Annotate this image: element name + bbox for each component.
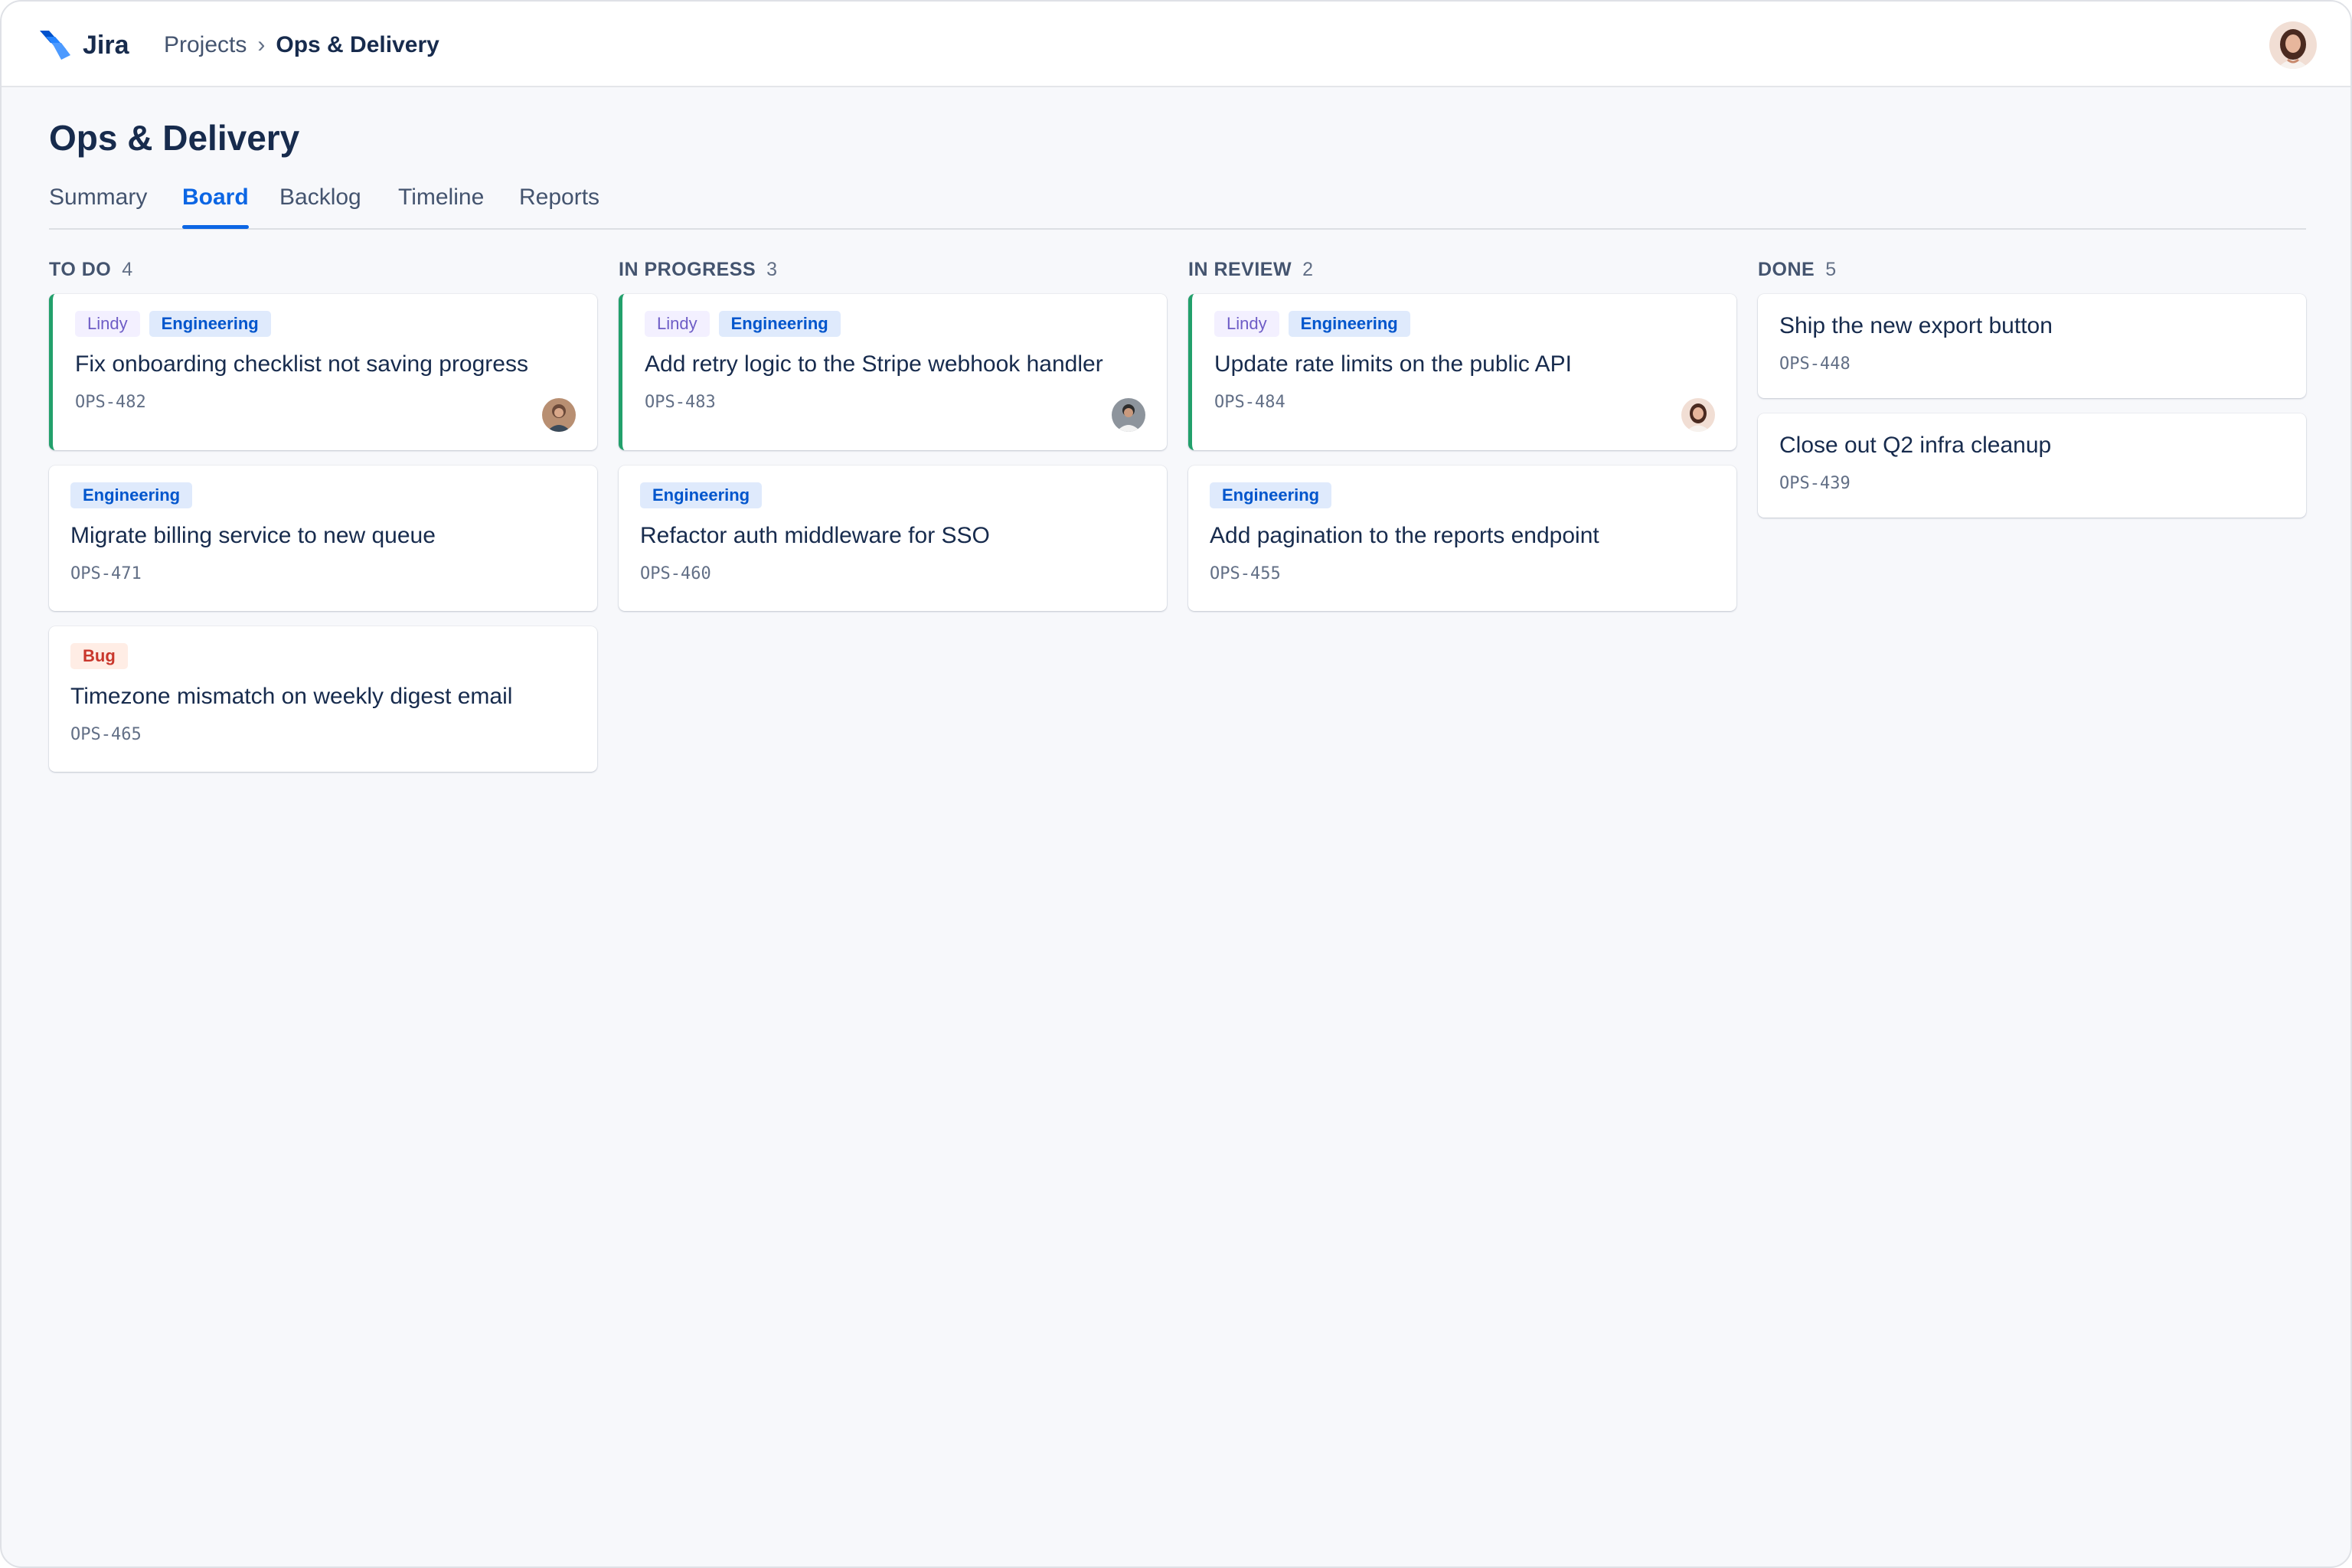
label-lindy: Lindy bbox=[645, 311, 710, 337]
person-avatar-icon bbox=[2269, 21, 2317, 69]
column-title: IN REVIEW bbox=[1188, 259, 1292, 280]
issue-card[interactable]: Lindy Engineering Add retry logic to the… bbox=[619, 294, 1167, 450]
issue-card[interactable]: Ship the new export button OPS-448 bbox=[1758, 294, 2306, 398]
assignee-avatar[interactable] bbox=[1681, 398, 1715, 432]
label-lindy: Lindy bbox=[75, 311, 140, 337]
column-header: TO DO 4 bbox=[49, 254, 597, 285]
tab-reports[interactable]: Reports bbox=[519, 181, 599, 214]
column-count: 2 bbox=[1302, 259, 1314, 280]
label-engineering: Engineering bbox=[70, 482, 193, 508]
label-bug: Bug bbox=[70, 643, 128, 669]
top-navigation-bar: Jira Projects › Ops & Delivery bbox=[2, 2, 2350, 87]
tab-summary[interactable]: Summary bbox=[49, 181, 147, 214]
project-tabs: Summary Board Backlog Timeline Reports bbox=[49, 181, 2306, 230]
card-issue-key[interactable]: OPS-471 bbox=[70, 562, 576, 586]
card-issue-key[interactable]: OPS-439 bbox=[1779, 472, 2285, 496]
person-avatar-icon bbox=[542, 398, 576, 432]
issue-card[interactable]: Engineering Refactor auth middleware for… bbox=[619, 466, 1167, 611]
column-title: DONE bbox=[1758, 259, 1815, 280]
label-engineering: Engineering bbox=[1288, 311, 1410, 337]
card-labels: Lindy Engineering bbox=[75, 311, 576, 337]
card-issue-key[interactable]: OPS-460 bbox=[640, 562, 1145, 586]
board-column-done: DONE 5 Ship the new export button OPS-448… bbox=[1758, 254, 2306, 533]
user-avatar[interactable] bbox=[2269, 21, 2317, 69]
card-title: Add pagination to the reports endpoint bbox=[1210, 523, 1599, 548]
board-column-in-progress: IN PROGRESS 3 Lindy Engineering Add retry… bbox=[619, 254, 1167, 626]
card-title: Migrate billing service to new queue bbox=[70, 523, 436, 548]
card-labels: Lindy Engineering bbox=[645, 311, 1145, 337]
issue-card[interactable]: Close out Q2 infra cleanup OPS-439 bbox=[1758, 413, 2306, 518]
chevron-right-icon: › bbox=[257, 32, 266, 57]
column-header: IN PROGRESS 3 bbox=[619, 254, 1167, 285]
label-lindy: Lindy bbox=[1214, 311, 1279, 337]
app-name[interactable]: Jira bbox=[83, 29, 129, 61]
issue-card[interactable]: Lindy Engineering Update rate limits on … bbox=[1188, 294, 1736, 450]
board-column-in-review: IN REVIEW 2 Lindy Engineering Update rate… bbox=[1188, 254, 1736, 626]
assignee-avatar[interactable] bbox=[542, 398, 576, 432]
card-issue-key[interactable]: OPS-482 bbox=[75, 390, 576, 415]
card-labels: Engineering bbox=[1210, 482, 1715, 508]
label-engineering: Engineering bbox=[1210, 482, 1332, 508]
label-engineering: Engineering bbox=[149, 311, 271, 337]
issue-card[interactable]: Bug Timezone mismatch on weekly digest e… bbox=[49, 626, 597, 772]
card-title: Add retry logic to the Stripe webhook ha… bbox=[645, 351, 1103, 377]
column-title: IN PROGRESS bbox=[619, 259, 756, 280]
card-issue-key[interactable]: OPS-455 bbox=[1210, 562, 1715, 586]
column-header: DONE 5 bbox=[1758, 254, 2306, 285]
board-column-todo: TO DO 4 Lindy Engineering Fix onboarding … bbox=[49, 254, 597, 787]
card-title: Fix onboarding checklist not saving prog… bbox=[75, 351, 528, 377]
card-labels: Engineering bbox=[70, 482, 576, 508]
person-avatar-icon bbox=[1112, 398, 1145, 432]
card-labels: Engineering bbox=[640, 482, 1145, 508]
tab-backlog[interactable]: Backlog bbox=[279, 181, 361, 214]
card-title: Ship the new export button bbox=[1779, 313, 2053, 338]
column-header: IN REVIEW 2 bbox=[1188, 254, 1736, 285]
card-issue-key[interactable]: OPS-465 bbox=[70, 723, 576, 747]
card-issue-key[interactable]: OPS-484 bbox=[1214, 390, 1715, 415]
breadcrumb: Projects › Ops & Delivery bbox=[164, 29, 439, 61]
card-labels: Bug bbox=[70, 643, 576, 669]
jira-logo-icon[interactable] bbox=[38, 29, 70, 61]
assignee-avatar[interactable] bbox=[1112, 398, 1145, 432]
column-count: 5 bbox=[1825, 259, 1837, 280]
card-title: Timezone mismatch on weekly digest email bbox=[70, 684, 513, 709]
column-count: 4 bbox=[122, 259, 133, 280]
tab-timeline[interactable]: Timeline bbox=[398, 181, 484, 214]
app-window: Jira Projects › Ops & Delivery Ops & Del… bbox=[0, 0, 2352, 1568]
breadcrumb-current-project[interactable]: Ops & Delivery bbox=[276, 29, 439, 61]
card-issue-key[interactable]: OPS-448 bbox=[1779, 352, 2285, 377]
person-avatar-icon bbox=[1681, 398, 1715, 432]
card-title: Update rate limits on the public API bbox=[1214, 351, 1572, 377]
card-issue-key[interactable]: OPS-483 bbox=[645, 390, 1145, 415]
issue-card[interactable]: Engineering Migrate billing service to n… bbox=[49, 466, 597, 611]
breadcrumb-projects-link[interactable]: Projects bbox=[164, 29, 247, 61]
card-title: Refactor auth middleware for SSO bbox=[640, 523, 990, 548]
issue-card[interactable]: Lindy Engineering Fix onboarding checkli… bbox=[49, 294, 597, 450]
label-engineering: Engineering bbox=[640, 482, 763, 508]
column-title: TO DO bbox=[49, 259, 112, 280]
column-count: 3 bbox=[766, 259, 778, 280]
label-engineering: Engineering bbox=[718, 311, 841, 337]
card-labels: Lindy Engineering bbox=[1214, 311, 1715, 337]
page-title: Ops & Delivery bbox=[49, 118, 300, 158]
tab-board[interactable]: Board bbox=[182, 181, 249, 229]
card-title: Close out Q2 infra cleanup bbox=[1779, 433, 2052, 458]
issue-card[interactable]: Engineering Add pagination to the report… bbox=[1188, 466, 1736, 611]
